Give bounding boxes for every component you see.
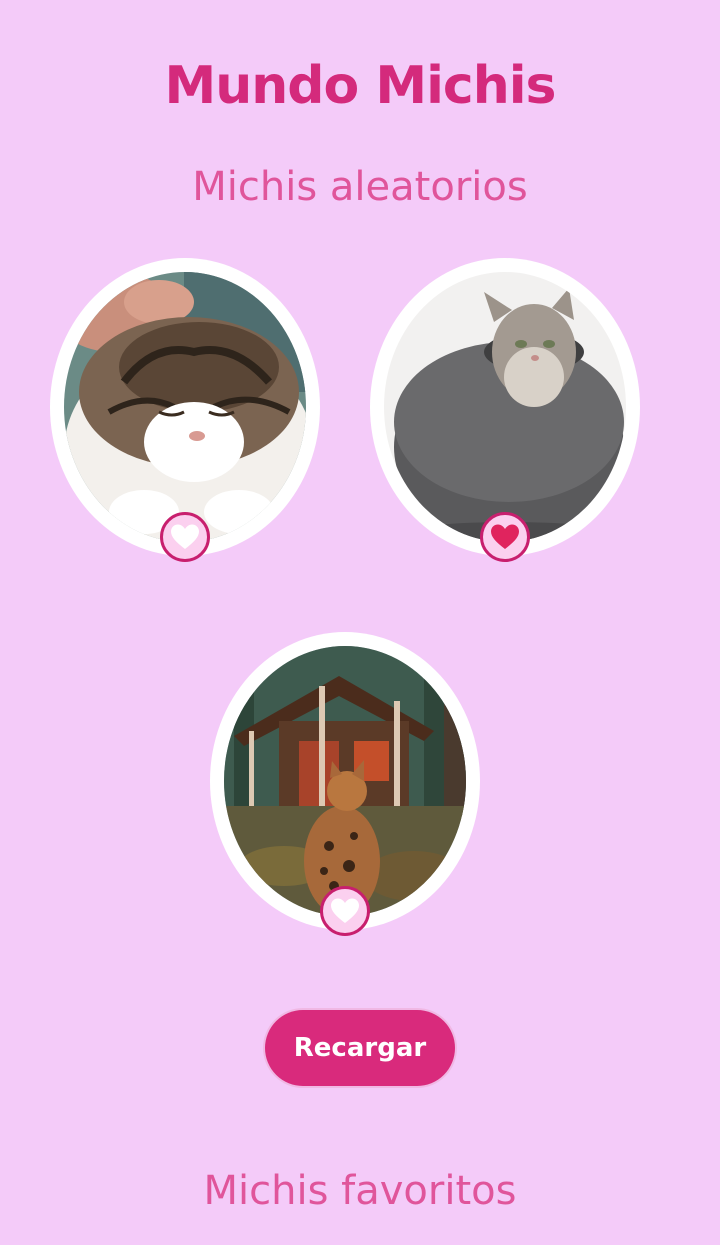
cat-photo-2 — [384, 272, 626, 542]
favorite-button-1[interactable] — [160, 512, 210, 562]
heart-icon — [331, 898, 359, 923]
cat-card-3 — [210, 632, 480, 936]
favorite-button-3[interactable] — [320, 886, 370, 936]
random-cats-title: Michis aleatorios — [192, 164, 528, 210]
cat-photo-3 — [224, 646, 466, 916]
favorite-button-2[interactable] — [480, 512, 530, 562]
cat-card-2 — [370, 258, 640, 562]
app-page: Mundo Michis Michis aleatorios Recargar … — [0, 0, 720, 1245]
heart-icon — [491, 524, 519, 549]
app-title: Mundo Michis — [164, 56, 556, 116]
reload-button[interactable]: Recargar — [265, 1010, 455, 1086]
heart-icon — [171, 524, 199, 549]
favorite-cats-title: Michis favoritos — [203, 1168, 517, 1214]
cat-card-1 — [50, 258, 320, 562]
cat-photo-1 — [64, 272, 306, 542]
